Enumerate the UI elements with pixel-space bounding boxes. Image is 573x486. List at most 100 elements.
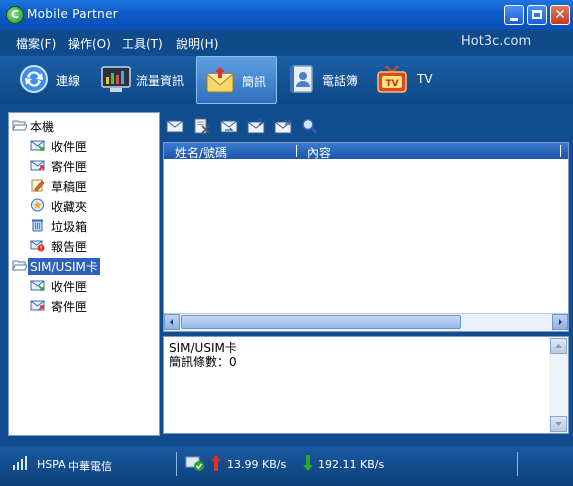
tv-label: TV: [417, 72, 433, 86]
tree-item-local-trash[interactable]: 垃圾箱: [9, 216, 159, 235]
open-folder-icon: [12, 260, 27, 271]
status-divider: [517, 452, 518, 476]
outbox-icon: [30, 300, 45, 311]
connect-button[interactable]: 連線: [14, 56, 84, 104]
traffic-monitor-icon: [101, 66, 131, 92]
menu-tools[interactable]: 工具(T): [122, 35, 163, 52]
folder-tree: 本機 收件匣 寄件匣 草稿匣 收藏夾 垃圾箱 報告匣 SIM/USIM卡 收件匣…: [8, 112, 160, 436]
tree-item-label: 收件匣: [51, 140, 88, 154]
maximize-button[interactable]: [527, 5, 547, 25]
message-list-header: 姓名/號碼 內容: [164, 143, 568, 161]
message-area: 姓名/號碼 內容 SIM/USIM卡 簡訊條數：0: [163, 112, 570, 434]
download-speed: 192.11 KB/s: [318, 458, 385, 471]
traffic-info-label: 流量資訊: [136, 74, 185, 88]
scroll-left-button[interactable]: [164, 314, 180, 330]
tree-item-label: 寄件匣: [51, 300, 88, 314]
column-divider[interactable]: [560, 145, 561, 157]
sms-button[interactable]: 簡訊: [196, 56, 277, 104]
minimize-icon: [510, 18, 518, 21]
network-type: HSPA: [37, 458, 66, 471]
chevron-left-icon: [170, 319, 173, 325]
forward-message-icon[interactable]: [220, 118, 238, 134]
trash-icon: [32, 219, 43, 232]
upload-arrow-icon: [211, 455, 221, 471]
svg-text:TV: TV: [385, 79, 398, 89]
tree-item-local-inbox[interactable]: 收件匣: [9, 136, 159, 155]
delete-message-icon[interactable]: [193, 118, 211, 134]
phonebook-label: 電話簿: [322, 74, 359, 88]
tree-item-local-reports[interactable]: 報告匣: [9, 236, 159, 255]
tree-item-label: 收件匣: [51, 280, 88, 294]
carrier-name: 中華電信: [68, 460, 112, 473]
tree-node-sim[interactable]: SIM/USIM卡: [9, 256, 159, 275]
save-message-icon[interactable]: [274, 118, 292, 134]
tv-button[interactable]: TV TV: [372, 56, 442, 104]
tree-item-local-drafts[interactable]: 草稿匣: [9, 176, 159, 195]
column-divider[interactable]: [296, 145, 297, 157]
sms-label: 簡訊: [242, 75, 267, 89]
menu-file[interactable]: 檔案(F): [16, 35, 56, 52]
mobile-partner-window: C Mobile Partner ✕ 檔案(F) 操作(O) 工具(T) 說明(…: [0, 0, 573, 486]
report-icon: [30, 240, 45, 252]
message-actions: [163, 112, 570, 140]
vertical-scrollbar[interactable]: [549, 337, 568, 433]
horizontal-scrollbar[interactable]: [164, 313, 568, 331]
connect-label: 連線: [56, 74, 81, 88]
close-icon: ✕: [554, 7, 566, 23]
column-name-number[interactable]: 姓名/號碼: [175, 144, 227, 161]
column-content[interactable]: 內容: [307, 144, 331, 161]
message-info-panel: SIM/USIM卡 簡訊條數：0: [163, 336, 569, 434]
scroll-up-button[interactable]: [550, 338, 567, 354]
title-bar[interactable]: C Mobile Partner ✕: [0, 0, 573, 30]
upload-speed: 13.99 KB/s: [227, 458, 287, 471]
new-message-icon[interactable]: [166, 118, 184, 134]
sms-envelope-icon: [206, 67, 234, 93]
tree-item-label: 草稿匣: [51, 180, 88, 194]
phonebook-button[interactable]: 電話簿: [284, 56, 366, 104]
scroll-right-button[interactable]: [552, 314, 568, 330]
chevron-down-icon: [555, 422, 562, 426]
outbox-icon: [30, 160, 45, 171]
menu-help[interactable]: 說明(H): [176, 35, 218, 52]
tree-item-label: 收藏夾: [51, 200, 88, 214]
search-icon[interactable]: [301, 118, 319, 134]
scroll-down-button[interactable]: [550, 416, 567, 432]
chevron-right-icon: [559, 319, 562, 325]
favorites-icon: [31, 198, 44, 212]
tv-icon: TV: [377, 65, 407, 93]
tree-item-local-outbox[interactable]: 寄件匣: [9, 156, 159, 175]
menu-bar: 檔案(F) 操作(O) 工具(T) 說明(H) Hot3c.com: [0, 30, 573, 54]
tree-local-label: 本機: [30, 120, 55, 134]
info-message-count: 簡訊條數：0: [169, 355, 237, 369]
maximize-icon: [532, 10, 542, 19]
open-folder-icon: [12, 120, 27, 131]
brand-watermark: Hot3c.com: [461, 34, 532, 49]
scroll-thumb[interactable]: [181, 315, 461, 329]
chevron-up-icon: [555, 344, 562, 348]
close-button[interactable]: ✕: [550, 5, 570, 25]
tree-item-label: 寄件匣: [51, 160, 88, 174]
minimize-button[interactable]: [504, 5, 524, 25]
phonebook-icon: [290, 65, 313, 93]
tree-sim-label: SIM/USIM卡: [28, 258, 100, 275]
tree-item-label: 報告匣: [51, 240, 88, 254]
status-divider: [176, 452, 177, 476]
reply-message-icon[interactable]: [247, 118, 265, 134]
tree-item-sim-outbox[interactable]: 寄件匣: [9, 296, 159, 315]
tree-item-label: 垃圾箱: [51, 220, 88, 234]
main-toolbar: 連線 流量資訊 簡訊 電話簿 TV TV: [0, 56, 573, 104]
tree-node-local[interactable]: 本機: [9, 116, 159, 135]
traffic-info-button[interactable]: 流量資訊: [96, 56, 192, 104]
tree-item-sim-inbox[interactable]: 收件匣: [9, 276, 159, 295]
menu-operation[interactable]: 操作(O): [68, 35, 111, 52]
connection-status-icon: [185, 456, 204, 471]
status-bar: HSPA 中華電信 13.99 KB/s 192.11 KB/s: [0, 446, 573, 486]
inbox-icon: [30, 280, 45, 291]
tree-item-local-favorites[interactable]: 收藏夾: [9, 196, 159, 215]
drafts-icon: [31, 179, 45, 192]
app-icon: C: [6, 6, 24, 24]
signal-strength-icon: [13, 456, 27, 470]
window-title: Mobile Partner: [27, 7, 118, 21]
inbox-icon: [30, 140, 45, 151]
message-list: 姓名/號碼 內容: [163, 142, 569, 332]
